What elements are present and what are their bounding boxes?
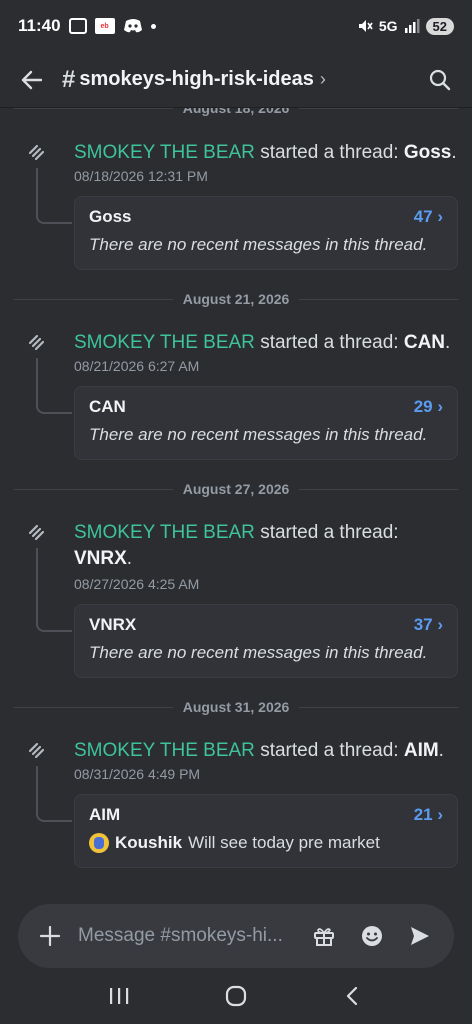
- thread-link[interactable]: CAN: [404, 332, 445, 353]
- author-name[interactable]: SMOKEY THE BEAR: [74, 740, 255, 761]
- back-nav-button[interactable]: [333, 976, 373, 1016]
- author-name[interactable]: SMOKEY THE BEAR: [74, 142, 255, 163]
- date-divider: August 21, 2026: [14, 289, 459, 309]
- message-input[interactable]: [78, 925, 290, 947]
- thread-icon: [28, 742, 45, 759]
- thread-message-count: 47 ›: [413, 207, 443, 226]
- thread-icon: [28, 144, 45, 161]
- author-name[interactable]: SMOKEY THE BEAR: [74, 332, 255, 353]
- send-icon: [411, 927, 429, 945]
- preview-author: Koushik: [115, 833, 183, 852]
- search-button[interactable]: [424, 64, 456, 96]
- more-notifications-dot: [150, 23, 156, 29]
- thread-connector: [36, 548, 72, 632]
- channel-header: # smokeys-high-risk-ideas ›: [0, 52, 472, 108]
- thread-card[interactable]: AIM 21 › Koushik Will see today pre mark…: [74, 794, 458, 868]
- signal-icon: [404, 19, 420, 33]
- thread-card[interactable]: Goss 47 › There are no recent messages i…: [74, 196, 458, 270]
- network-type: 5G: [378, 18, 398, 34]
- thread-card[interactable]: VNRX 37 › There are no recent messages i…: [74, 604, 458, 678]
- thread-card-preview: There are no recent messages in this thr…: [89, 425, 428, 444]
- home-button[interactable]: [216, 976, 256, 1016]
- gift-icon: [314, 928, 334, 946]
- timestamp: 08/27/2026 4:25 AM: [74, 576, 200, 592]
- thread-card[interactable]: CAN 29 › There are no recent messages in…: [74, 386, 458, 460]
- thread-link[interactable]: AIM: [404, 740, 439, 761]
- mute-icon: [358, 20, 373, 32]
- thread-card-title: CAN: [89, 397, 126, 416]
- thread-card-title: VNRX: [89, 615, 137, 634]
- date-divider: August 27, 2026: [14, 479, 459, 499]
- channel-hash-icon: #: [62, 65, 76, 93]
- thread-message-count: 37 ›: [413, 615, 443, 634]
- thread-card-preview: There are no recent messages in this thr…: [89, 235, 428, 254]
- thread-entry: SMOKEY THE BEAR started a thread: VNRX. …: [0, 520, 472, 690]
- thread-link[interactable]: VNRX: [74, 548, 127, 569]
- home-icon: [225, 985, 247, 1007]
- timestamp: 08/18/2026 12:31 PM: [74, 168, 208, 184]
- search-icon: [429, 69, 451, 90]
- thread-headline: SMOKEY THE BEAR started a thread: Goss.: [74, 142, 457, 163]
- battery-level: 52: [425, 17, 454, 35]
- discord-notification-icon: [123, 19, 142, 33]
- chevron-left-icon: [347, 986, 358, 1006]
- status-bar: 11:40 eb 5G 52: [0, 0, 472, 52]
- timestamp: 08/21/2026 6:27 AM: [74, 358, 200, 374]
- thread-entry: SMOKEY THE BEAR started a thread: Goss. …: [0, 140, 472, 280]
- thread-entry: SMOKEY THE BEAR started a thread: AIM. 0…: [0, 738, 472, 878]
- system-navigation-bar: [0, 968, 472, 1024]
- thread-connector: [36, 168, 72, 224]
- screenshot-icon: [68, 18, 87, 34]
- thread-connector: [36, 766, 72, 822]
- date-divider: August 18, 2026: [14, 108, 459, 118]
- thread-link[interactable]: Goss: [404, 142, 452, 163]
- author-name[interactable]: SMOKEY THE BEAR: [74, 522, 255, 543]
- thread-icon: [28, 524, 45, 541]
- send-button[interactable]: [406, 922, 434, 950]
- timestamp: 08/31/2026 4:49 PM: [74, 766, 201, 782]
- thread-icon: [28, 334, 45, 351]
- back-button[interactable]: [16, 64, 48, 96]
- add-attachment-button[interactable]: [38, 924, 62, 948]
- recent-apps-button[interactable]: [99, 976, 139, 1016]
- recent-apps-icon: [109, 988, 128, 1004]
- thread-card-preview: Koushik Will see today pre market: [89, 833, 443, 853]
- thread-connector: [36, 358, 72, 414]
- date-divider: August 31, 2026: [14, 697, 459, 717]
- avatar: [89, 833, 109, 853]
- thread-message-count: 21 ›: [413, 805, 443, 824]
- thread-message-count: 29 ›: [413, 397, 443, 416]
- thread-card-preview: There are no recent messages in this thr…: [89, 643, 428, 662]
- plus-icon: [39, 925, 61, 947]
- thread-card-title: Goss: [89, 207, 132, 226]
- channel-name[interactable]: smokeys-high-risk-ideas: [79, 68, 314, 91]
- ebay-notification-icon: eb: [94, 18, 115, 34]
- emoji-icon: [362, 926, 382, 946]
- thread-headline: SMOKEY THE BEAR started a thread: CAN.: [74, 332, 451, 353]
- arrow-left-icon: [21, 70, 43, 89]
- preview-text: Will see today pre market: [188, 833, 380, 852]
- thread-headline: SMOKEY THE BEAR started a thread: VNRX.: [74, 522, 399, 569]
- status-time: 11:40: [18, 16, 61, 35]
- chevron-right-icon[interactable]: ›: [320, 69, 326, 90]
- emoji-button[interactable]: [358, 922, 386, 950]
- message-feed[interactable]: August 18, 2026 SMOKEY THE BEAR started …: [0, 108, 472, 888]
- message-composer: [18, 904, 454, 968]
- gift-button[interactable]: [310, 922, 338, 950]
- thread-card-title: AIM: [89, 805, 121, 824]
- thread-entry: SMOKEY THE BEAR started a thread: CAN. 0…: [0, 330, 472, 470]
- thread-headline: SMOKEY THE BEAR started a thread: AIM.: [74, 740, 444, 761]
